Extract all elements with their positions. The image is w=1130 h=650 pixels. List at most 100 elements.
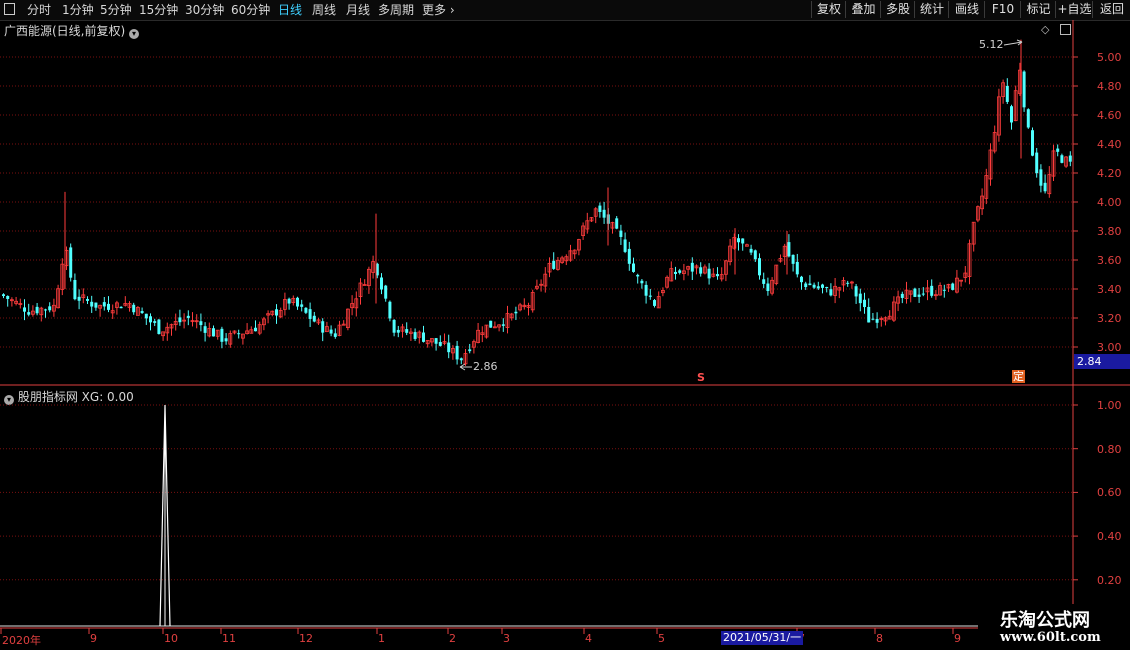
candle-body xyxy=(854,286,858,297)
date-tick: 2020年 xyxy=(2,634,41,647)
candle-body xyxy=(86,299,89,301)
candle-body xyxy=(867,306,871,323)
candle-body xyxy=(699,267,703,274)
candle-body xyxy=(220,328,224,342)
candle-body xyxy=(636,274,640,277)
candle-body xyxy=(514,311,518,314)
candle-body xyxy=(144,313,148,319)
candle-body xyxy=(787,242,791,257)
candle-body xyxy=(384,285,388,299)
price-tick: 3.20 xyxy=(1097,312,1122,325)
candle-body xyxy=(758,258,761,276)
candle-body xyxy=(35,306,39,314)
candle-body xyxy=(846,282,850,284)
candle-body xyxy=(632,263,635,272)
candle-body xyxy=(804,283,808,288)
candle-body xyxy=(329,329,333,334)
date-tick: 4 xyxy=(585,632,592,645)
candle-body xyxy=(812,284,816,288)
price-tick: 3.80 xyxy=(1097,225,1122,238)
candle-body xyxy=(119,306,123,309)
candle-body xyxy=(917,294,921,297)
candle-body xyxy=(2,294,5,297)
candle-body xyxy=(69,247,73,278)
candle-body xyxy=(795,261,799,275)
indicator-tick: 0.60 xyxy=(1097,486,1122,500)
candle-body xyxy=(434,338,438,344)
price-tick: 4.40 xyxy=(1097,138,1122,151)
price-tick: 5.00 xyxy=(1097,51,1122,64)
candle-body xyxy=(875,318,879,323)
candle-body xyxy=(186,315,190,318)
candle-body xyxy=(816,286,820,289)
date-tick: 3 xyxy=(503,632,510,645)
watermark-title: 乐淘公式网 xyxy=(1000,610,1090,631)
candle-body xyxy=(77,296,81,301)
candle-body xyxy=(132,304,136,313)
candle-body xyxy=(501,324,505,326)
indicator-tick: 0.80 xyxy=(1097,442,1122,456)
kline-chart[interactable] xyxy=(0,0,1130,650)
candle-body xyxy=(1005,85,1009,102)
candle-body xyxy=(1060,155,1064,163)
candle-body xyxy=(762,279,766,284)
candle-body xyxy=(140,311,144,314)
candle-body xyxy=(94,302,98,308)
date-tick: 2 xyxy=(449,632,456,645)
candle-body xyxy=(900,293,904,298)
candle-body xyxy=(455,345,459,360)
candle-body xyxy=(153,321,157,323)
indicator-tick: 0.40 xyxy=(1097,530,1122,544)
candle-body xyxy=(653,300,656,306)
date-tick: 8 xyxy=(876,632,883,645)
candle-body xyxy=(678,270,682,273)
price-tick: 4.80 xyxy=(1097,80,1122,93)
candle-body xyxy=(380,277,383,290)
candle-body xyxy=(178,317,182,323)
candle-body xyxy=(237,333,241,335)
candle-body xyxy=(413,332,417,339)
high-price-label: 5.12 xyxy=(979,38,1004,51)
candle-body xyxy=(275,309,278,316)
date-tick: 9 xyxy=(90,632,97,645)
candle-body xyxy=(396,329,400,333)
candle-body xyxy=(438,342,442,346)
candle-body xyxy=(287,298,291,304)
watermark: 乐淘公式网 www.60lt.com xyxy=(978,604,1130,650)
candle-body xyxy=(392,319,396,333)
candle-body xyxy=(23,307,26,312)
candle-body xyxy=(489,320,493,328)
candle-body xyxy=(102,302,106,307)
price-tick: 3.60 xyxy=(1097,254,1122,267)
candle-body xyxy=(737,238,740,243)
candle-body xyxy=(800,276,803,283)
candle-body xyxy=(598,205,602,212)
candle-body xyxy=(913,288,917,297)
candle-body xyxy=(942,289,946,291)
date-tick: 1 xyxy=(378,632,385,645)
candle-body xyxy=(308,309,312,319)
candle-body xyxy=(716,274,719,277)
candle-body xyxy=(224,338,228,342)
candle-body xyxy=(388,301,392,319)
candle-body xyxy=(602,209,606,218)
date-tick: 9 xyxy=(954,632,961,645)
candle-body xyxy=(623,239,627,252)
indicator-tick: 0.20 xyxy=(1097,573,1122,587)
candle-body xyxy=(648,295,652,297)
candle-body xyxy=(627,248,631,264)
candle-body xyxy=(149,316,152,323)
candle-body xyxy=(1022,71,1026,108)
current-price-badge: 2.84 xyxy=(1074,354,1130,369)
candle-body xyxy=(749,248,753,253)
indicator-tick: 1.00 xyxy=(1097,399,1122,412)
candle-body xyxy=(858,293,862,304)
candle-body xyxy=(921,293,925,295)
candle-body xyxy=(766,283,770,291)
candle-body xyxy=(44,309,47,311)
candle-body xyxy=(741,238,745,244)
candle-body xyxy=(447,342,451,353)
price-tick: 3.40 xyxy=(1097,283,1122,296)
date-tick: 12 xyxy=(299,632,313,645)
candle-body xyxy=(690,262,694,272)
